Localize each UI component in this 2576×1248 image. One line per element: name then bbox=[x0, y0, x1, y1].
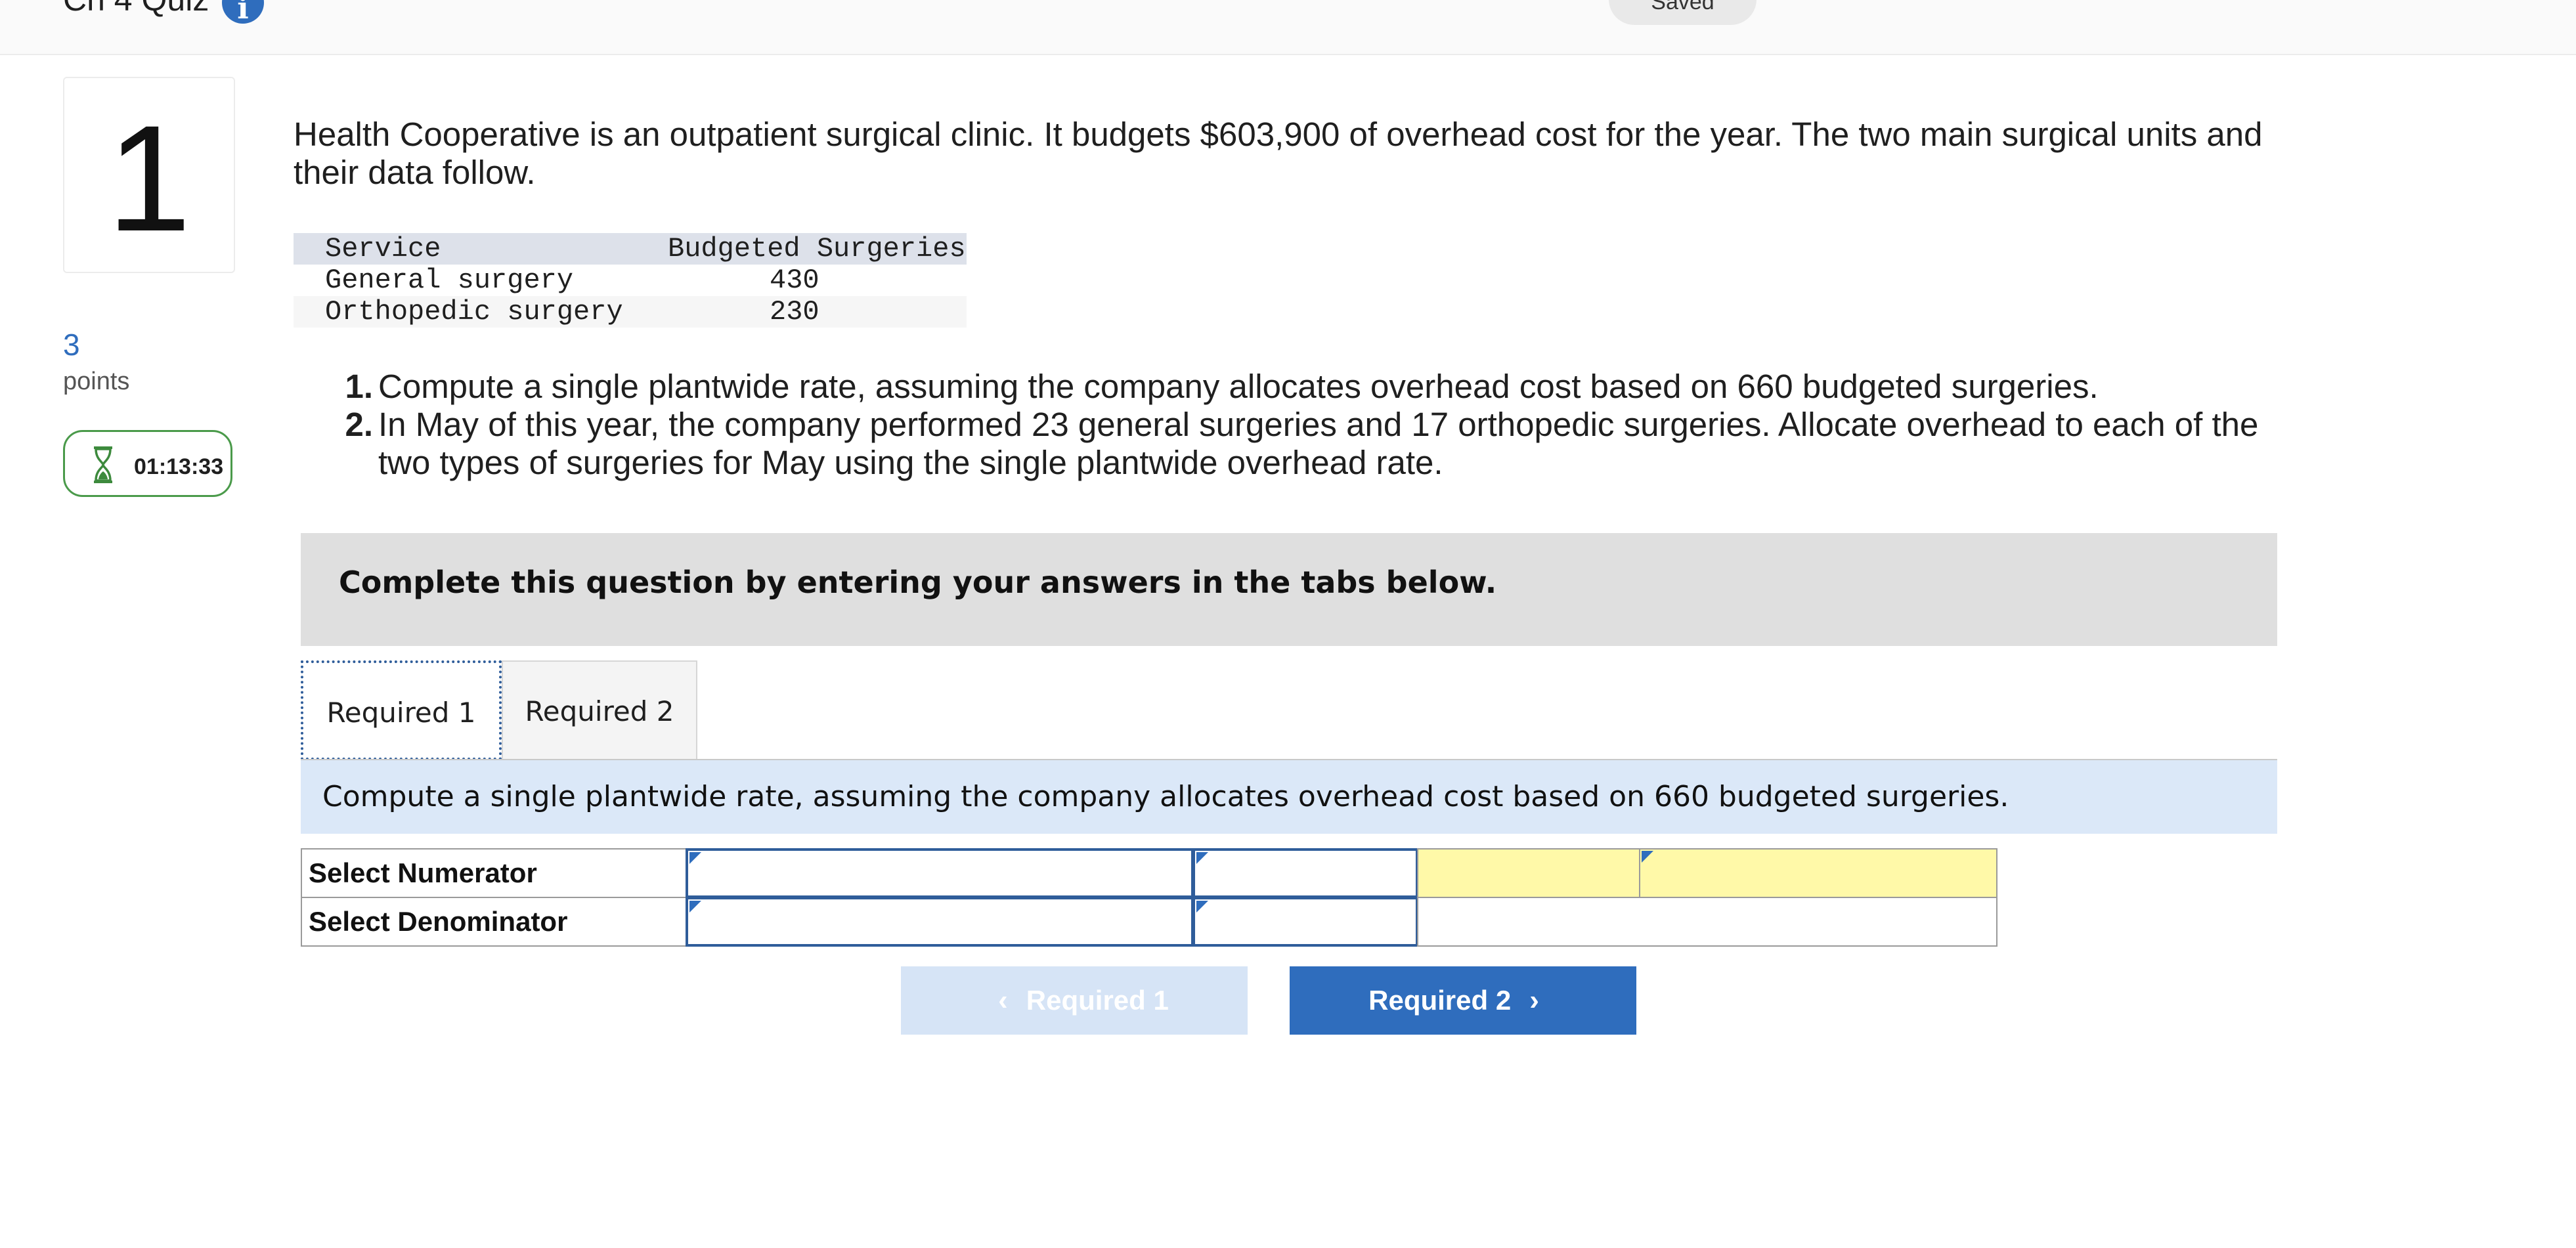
numerator-select-1[interactable] bbox=[686, 848, 1194, 898]
table-cell-surgeries: 430 bbox=[770, 265, 819, 296]
table-cell-service: Orthopedic surgery bbox=[325, 296, 623, 328]
points-label: points bbox=[63, 368, 130, 395]
saved-status-badge: Saved bbox=[1609, 0, 1757, 25]
chevron-right-icon: › bbox=[1529, 984, 1539, 1016]
flag-icon bbox=[689, 901, 701, 913]
question-intro: Health Cooperative is an outpatient surg… bbox=[294, 116, 2263, 191]
info-icon[interactable]: i bbox=[222, 0, 264, 26]
flag-icon bbox=[689, 852, 701, 864]
prev-required-button[interactable]: ‹ Required 1 bbox=[901, 966, 1248, 1035]
next-button-label: Required 2 bbox=[1368, 985, 1512, 1016]
tab-required-1[interactable]: Required 1 bbox=[301, 660, 502, 760]
budget-table: Service Budgeted Surgeries General surge… bbox=[294, 233, 967, 328]
requirement-text: In May of this year, the company perform… bbox=[378, 406, 2259, 481]
flag-icon bbox=[1196, 901, 1208, 913]
list-item: 1. Compute a single plantwide rate, assu… bbox=[341, 368, 2265, 406]
question-number-box: 1 bbox=[63, 77, 235, 273]
table-cell-surgeries: 230 bbox=[770, 296, 819, 328]
question-number: 1 bbox=[107, 94, 191, 263]
points-value: 3 bbox=[63, 328, 80, 362]
table-cell-service: General surgery bbox=[325, 265, 574, 296]
result-unit-cell bbox=[1417, 848, 1640, 898]
list-item: 2. In May of this year, the company perf… bbox=[341, 406, 2265, 482]
empty-cell bbox=[1417, 897, 1997, 947]
top-bar: Ch 4 Quiz i Saved bbox=[0, 0, 2576, 55]
requirement-text: Compute a single plantwide rate, assumin… bbox=[378, 368, 2099, 405]
denominator-label: Select Denominator bbox=[301, 897, 687, 947]
numerator-select-2[interactable] bbox=[1192, 848, 1418, 898]
prompt-text: Compute a single plantwide rate, assumin… bbox=[322, 780, 2009, 813]
table-header-service: Service bbox=[325, 233, 441, 265]
timer-text: 01:13:33 bbox=[134, 454, 224, 479]
requirement-number: 2. bbox=[345, 406, 373, 443]
instructions-box: Complete this question by entering your … bbox=[301, 533, 2277, 646]
table-header-surgeries: Budgeted Surgeries bbox=[668, 233, 966, 265]
table-row: General surgery 430 bbox=[294, 265, 967, 296]
prompt-band: Compute a single plantwide rate, assumin… bbox=[301, 760, 2277, 834]
requirement-number: 1. bbox=[345, 368, 373, 405]
flag-icon bbox=[1196, 852, 1208, 864]
prev-button-label: Required 1 bbox=[1026, 985, 1169, 1016]
denominator-select-1[interactable] bbox=[686, 897, 1194, 947]
tab-required-2[interactable]: Required 2 bbox=[502, 660, 697, 760]
table-header-row: Service Budgeted Surgeries bbox=[294, 233, 967, 265]
numerator-label: Select Numerator bbox=[301, 848, 687, 898]
instructions-text: Complete this question by entering your … bbox=[339, 565, 1497, 600]
quiz-title: Ch 4 Quiz bbox=[63, 0, 209, 18]
requirements-list: 1. Compute a single plantwide rate, assu… bbox=[341, 368, 2265, 482]
hourglass-icon bbox=[94, 446, 112, 483]
denominator-select-2[interactable] bbox=[1192, 897, 1418, 947]
chevron-left-icon: ‹ bbox=[998, 984, 1008, 1016]
table-row: Orthopedic surgery 230 bbox=[294, 296, 967, 328]
flag-icon bbox=[1642, 851, 1653, 863]
timer-badge[interactable]: 01:13:33 bbox=[63, 430, 232, 497]
next-required-button[interactable]: Required 2 › bbox=[1290, 966, 1636, 1035]
result-value-input[interactable] bbox=[1639, 848, 1997, 898]
